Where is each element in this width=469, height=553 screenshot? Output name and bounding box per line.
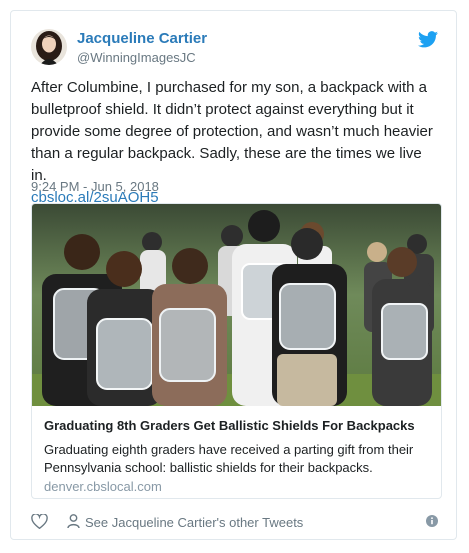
author-handle[interactable]: @WinningImagesJC: [77, 50, 196, 65]
tweet-body: After Columbine, I purchased for my son,…: [31, 79, 433, 184]
info-icon[interactable]: [426, 515, 438, 527]
avatar[interactable]: [31, 29, 67, 65]
card-title[interactable]: Graduating 8th Graders Get Ballistic Shi…: [44, 418, 429, 433]
person-icon[interactable]: [67, 514, 80, 529]
tweet-header: Jacqueline Cartier @WinningImagesJC: [31, 29, 442, 69]
tweet-footer: See Jacqueline Cartier's other Tweets: [31, 511, 442, 533]
author-name[interactable]: Jacqueline Cartier: [77, 30, 207, 47]
tweet-timestamp[interactable]: 9:24 PM - Jun 5, 2018: [31, 179, 159, 194]
card-domain: denver.cbslocal.com: [44, 479, 162, 494]
see-other-tweets-link[interactable]: See Jacqueline Cartier's other Tweets: [85, 515, 303, 530]
link-card[interactable]: Graduating 8th Graders Get Ballistic Shi…: [31, 203, 442, 499]
card-image: [32, 204, 441, 406]
card-description: Graduating eighth graders have received …: [44, 442, 414, 475]
twitter-bird-icon[interactable]: [418, 31, 438, 48]
embedded-tweet: Jacqueline Cartier @WinningImagesJC Afte…: [10, 10, 457, 540]
heart-icon[interactable]: [31, 513, 48, 530]
